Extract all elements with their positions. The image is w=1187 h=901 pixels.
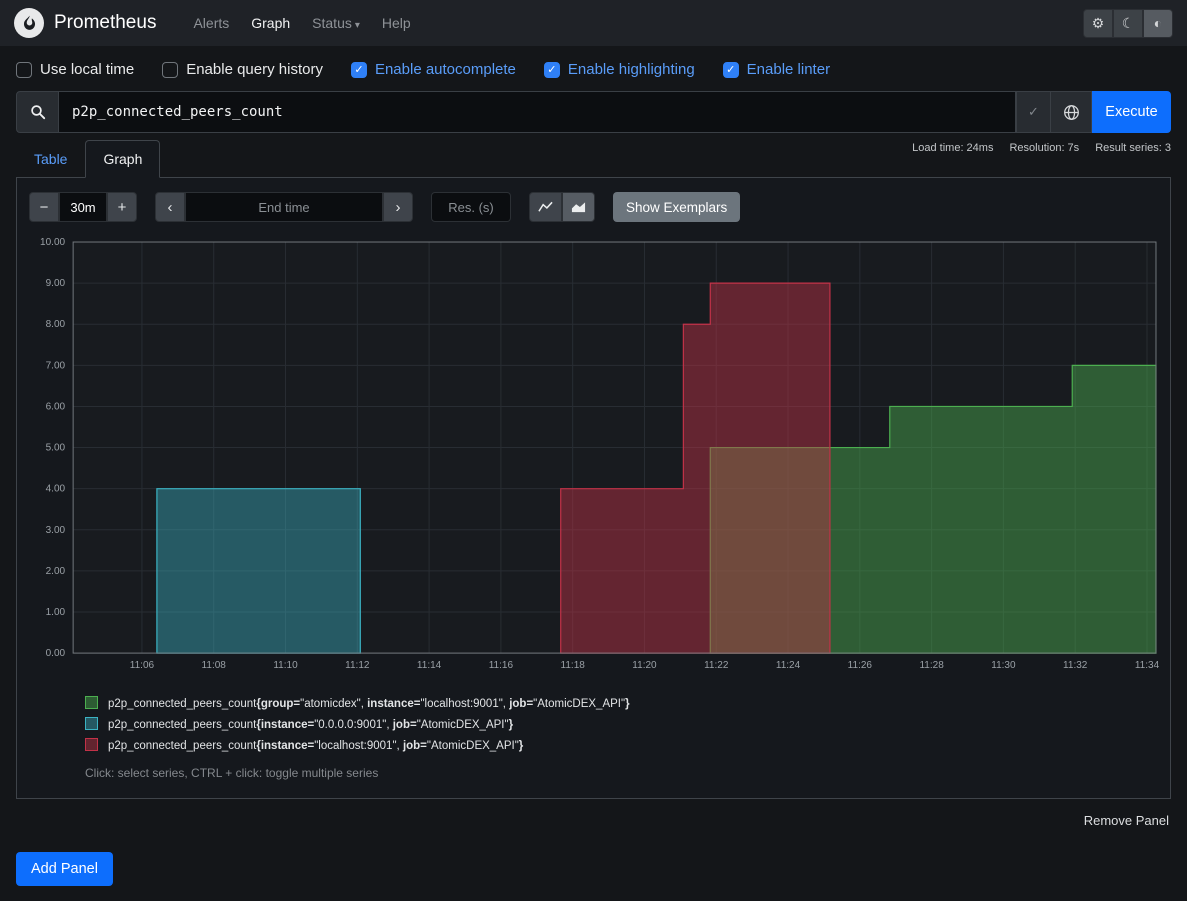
- line-chart-icon[interactable]: [529, 192, 562, 222]
- svg-text:9.00: 9.00: [46, 278, 66, 289]
- checkbox-checked-icon[interactable]: ✓: [723, 62, 739, 78]
- graph-controls: − + ‹ › Show Exemplars: [29, 192, 1158, 222]
- svg-text:11:32: 11:32: [1063, 660, 1088, 671]
- option-enable-highlighting[interactable]: ✓ Enable highlighting: [544, 61, 695, 78]
- svg-text:11:26: 11:26: [848, 660, 873, 671]
- svg-text:2.00: 2.00: [46, 566, 66, 577]
- svg-text:11:06: 11:06: [130, 660, 155, 671]
- theme-switcher: ⚙ ☾ ◐: [1083, 9, 1173, 38]
- svg-text:6.00: 6.00: [46, 401, 66, 412]
- series-swatch-icon: [85, 738, 98, 751]
- svg-text:10.00: 10.00: [40, 237, 65, 248]
- legend-list: p2p_connected_peers_count{group="atomicd…: [85, 696, 1160, 752]
- end-time-input[interactable]: [185, 192, 383, 222]
- option-enable-autocomplete[interactable]: ✓ Enable autocomplete: [351, 61, 516, 78]
- auto-theme-icon[interactable]: ◐: [1143, 9, 1173, 38]
- svg-text:11:22: 11:22: [704, 660, 729, 671]
- svg-text:11:24: 11:24: [776, 660, 801, 671]
- option-use-local-time[interactable]: Use local time: [16, 61, 134, 78]
- svg-text:11:16: 11:16: [489, 660, 514, 671]
- caret-down-icon: ▾: [355, 20, 360, 31]
- remove-panel-link[interactable]: Remove Panel: [1084, 813, 1169, 828]
- nav-links: Alerts Graph Status▾ Help: [182, 7, 421, 39]
- range-input[interactable]: [59, 192, 107, 222]
- endtime-group: ‹ ›: [155, 192, 413, 222]
- execute-button[interactable]: Execute: [1092, 91, 1171, 133]
- svg-text:11:34: 11:34: [1135, 660, 1160, 671]
- svg-text:11:30: 11:30: [991, 660, 1016, 671]
- option-enable-linter[interactable]: ✓ Enable linter: [723, 61, 830, 78]
- brand-link[interactable]: Prometheus: [14, 8, 156, 38]
- query-bar: ✓ Execute: [16, 91, 1171, 133]
- svg-text:11:20: 11:20: [632, 660, 657, 671]
- prometheus-logo-icon: [14, 8, 44, 38]
- range-group: − +: [29, 192, 137, 222]
- time-back-button[interactable]: ‹: [155, 192, 185, 222]
- svg-text:11:14: 11:14: [417, 660, 442, 671]
- load-time: Load time: 24ms: [912, 142, 993, 154]
- svg-text:3.00: 3.00: [46, 525, 66, 536]
- legend-hint: Click: select series, CTRL + click: togg…: [85, 766, 1160, 780]
- checkbox-checked-icon[interactable]: ✓: [544, 62, 560, 78]
- metrics-explorer-globe-icon[interactable]: [1051, 91, 1092, 133]
- option-label: Enable linter: [747, 61, 830, 78]
- show-exemplars-button[interactable]: Show Exemplars: [613, 192, 740, 222]
- svg-text:11:08: 11:08: [202, 660, 227, 671]
- option-enable-query-history[interactable]: Enable query history: [162, 61, 323, 78]
- query-input[interactable]: [59, 91, 1016, 133]
- checkbox-unchecked-icon[interactable]: [16, 62, 32, 78]
- nav-item-alerts[interactable]: Alerts: [182, 7, 240, 39]
- dark-theme-icon[interactable]: ☾: [1113, 9, 1143, 38]
- range-increase-button[interactable]: +: [107, 192, 137, 222]
- stacked-chart-icon[interactable]: [562, 192, 595, 222]
- options-row: Use local time Enable query history ✓ Enabl…: [0, 46, 1187, 91]
- option-label: Enable query history: [186, 61, 323, 78]
- add-panel-button[interactable]: Add Panel: [16, 852, 113, 886]
- svg-text:11:10: 11:10: [273, 660, 298, 671]
- svg-text:8.00: 8.00: [46, 319, 66, 330]
- nav-item-graph[interactable]: Graph: [240, 7, 301, 39]
- svg-text:7.00: 7.00: [46, 360, 66, 371]
- checkbox-checked-icon[interactable]: ✓: [351, 62, 367, 78]
- svg-text:11:28: 11:28: [919, 660, 944, 671]
- option-label: Enable autocomplete: [375, 61, 516, 78]
- resolution-input[interactable]: [431, 192, 511, 222]
- svg-text:1.00: 1.00: [46, 607, 66, 618]
- option-label: Use local time: [40, 61, 134, 78]
- series-swatch-icon: [85, 717, 98, 730]
- tab-table[interactable]: Table: [16, 140, 85, 178]
- graph-canvas[interactable]: 0.00 1.00 2.00 3.00 4.00 5.00 6.00 7.00 8.00 9.00…: [27, 234, 1160, 680]
- range-decrease-button[interactable]: −: [29, 192, 59, 222]
- navbar: Prometheus Alerts Graph Status▾ Help ⚙ ☾…: [0, 0, 1187, 46]
- settings-icon[interactable]: ⚙: [1083, 9, 1113, 38]
- legend-item[interactable]: p2p_connected_peers_count{instance="0.0.…: [85, 717, 1160, 731]
- svg-text:0.00: 0.00: [46, 648, 66, 659]
- time-forward-button[interactable]: ›: [383, 192, 413, 222]
- svg-text:11:18: 11:18: [561, 660, 586, 671]
- tab-graph[interactable]: Graph: [85, 140, 160, 178]
- result-series: Result series: 3: [1095, 142, 1171, 154]
- checkbox-unchecked-icon[interactable]: [162, 62, 178, 78]
- tabs: Table Graph: [16, 140, 1171, 177]
- query-dropdown-check-button[interactable]: ✓: [1016, 91, 1051, 133]
- option-label: Enable highlighting: [568, 61, 695, 78]
- graph-panel: − + ‹ › Show Exemplars 0.00 1.00 2.00 3.00 4…: [16, 177, 1171, 799]
- nav-item-status[interactable]: Status▾: [301, 7, 371, 39]
- svg-text:11:12: 11:12: [345, 660, 370, 671]
- add-panel-row: Add Panel: [16, 852, 1171, 886]
- series-swatch-icon: [85, 696, 98, 709]
- chart-area: 0.00 1.00 2.00 3.00 4.00 5.00 6.00 7.00 8.00 9.00…: [27, 234, 1160, 680]
- legend-item[interactable]: p2p_connected_peers_count{group="atomicd…: [85, 696, 1160, 710]
- brand-title: Prometheus: [54, 12, 156, 34]
- svg-text:4.00: 4.00: [46, 484, 66, 495]
- chart-type-group: [529, 192, 595, 222]
- resolution: Resolution: 7s: [1009, 142, 1079, 154]
- remove-panel-row: Remove Panel: [18, 812, 1169, 828]
- legend-item[interactable]: p2p_connected_peers_count{instance="loca…: [85, 738, 1160, 752]
- nav-item-help[interactable]: Help: [371, 7, 422, 39]
- search-icon[interactable]: [16, 91, 59, 133]
- svg-text:5.00: 5.00: [46, 443, 66, 454]
